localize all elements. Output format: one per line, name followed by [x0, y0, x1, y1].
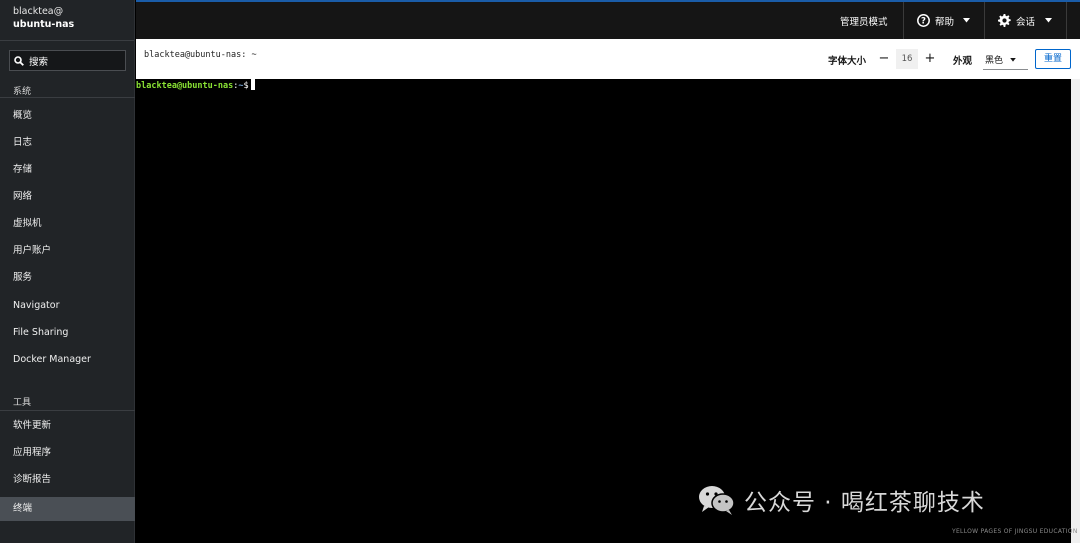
appearance-label: 外观 — [953, 56, 973, 67]
sidebar-item-storage[interactable]: 存储 — [0, 158, 135, 182]
search-input[interactable]: 搜索 — [9, 50, 126, 71]
appearance-value: 黑色 — [985, 56, 1004, 66]
search-icon — [14, 55, 24, 66]
section-divider — [0, 97, 135, 98]
sidebar-item-software-updates[interactable]: 软件更新 — [0, 414, 135, 438]
sidebar-item-diagnostic-reports[interactable]: 诊断报告 — [0, 468, 135, 492]
sidebar-item-terminal[interactable]: 终端 — [0, 497, 135, 521]
wechat-icon — [699, 486, 735, 515]
sidebar-item-file-sharing[interactable]: File Sharing — [0, 321, 135, 345]
watermark: 公众号 · 喝红茶聊技术 — [698, 483, 985, 517]
watermark-brand: 公众号 · 喝红茶聊技术 — [744, 490, 985, 516]
prompt-user: blacktea@ubuntu-nas — [136, 81, 234, 91]
host-user: blacktea@ — [13, 6, 64, 17]
terminal-scrollbar[interactable] — [1071, 79, 1080, 543]
terminal-title: blacktea@ubuntu-nas: ~ — [144, 50, 257, 60]
admin-mode-button[interactable]: 管理员模式 — [840, 2, 888, 39]
svg-text:?: ? — [921, 16, 926, 26]
section-system: 系统 — [13, 87, 32, 97]
sidebar-item-overview[interactable]: 概览 — [0, 104, 135, 128]
sidebar-item-docker-manager[interactable]: Docker Manager — [0, 348, 135, 372]
masthead-divider — [984, 2, 985, 39]
masthead-divider — [903, 2, 904, 39]
sidebar-item-network[interactable]: 网络 — [0, 185, 135, 209]
sidebar: blacktea@ ubuntu-nas 搜索 系统 概览 日志 存储 网络 虚… — [0, 0, 135, 543]
sidebar-item-navigator[interactable]: Navigator — [0, 294, 135, 318]
sidebar-item-virtual-machines[interactable]: 虚拟机 — [0, 212, 135, 236]
appearance-select[interactable]: 黑色 — [983, 50, 1028, 70]
session-label: 会话 — [1016, 16, 1036, 28]
prompt-line: blacktea@ubuntu-nas:~$ — [136, 79, 255, 92]
terminal-screen[interactable]: blacktea@ubuntu-nas:~$ — [136, 79, 1071, 543]
caret-down-icon — [1010, 57, 1016, 62]
watermark-caption: YELLOW PAGES OF JINGSU EDUCATION — [952, 528, 1078, 535]
font-size-label: 字体大小 — [828, 56, 867, 67]
gear-icon — [998, 14, 1011, 27]
sidebar-item-services[interactable]: 服务 — [0, 266, 135, 290]
masthead: 管理员模式 ? 帮助 会话 — [136, 0, 1080, 39]
masthead-divider — [1066, 2, 1067, 39]
sidebar-divider — [0, 40, 134, 41]
font-size-increase-button[interactable]: + — [918, 49, 942, 69]
sidebar-item-applications[interactable]: 应用程序 — [0, 441, 135, 465]
font-size-decrease-button[interactable]: − — [872, 49, 896, 69]
font-size-stepper: − 16 + — [872, 49, 942, 69]
host-name: ubuntu-nas — [13, 19, 75, 30]
terminal-toolbar: blacktea@ubuntu-nas: ~ 字体大小 − 16 + 外观 黑色… — [136, 39, 1080, 79]
sidebar-item-logs[interactable]: 日志 — [0, 131, 135, 155]
terminal-cursor — [250, 79, 255, 90]
search-label: 搜索 — [29, 56, 49, 68]
sidebar-item-accounts[interactable]: 用户账户 — [0, 239, 135, 263]
font-size-value[interactable]: 16 — [896, 49, 918, 69]
help-menu[interactable]: ? 帮助 — [917, 2, 971, 39]
reset-button[interactable]: 重置 — [1035, 49, 1071, 69]
section-divider — [0, 410, 135, 411]
host-switcher[interactable]: blacktea@ ubuntu-nas — [0, 0, 134, 40]
section-tools: 工具 — [13, 398, 32, 408]
help-icon: ? — [917, 14, 930, 27]
caret-down-icon — [963, 18, 971, 23]
session-menu[interactable]: 会话 — [998, 2, 1053, 39]
prompt-symbol: $ — [243, 81, 249, 91]
help-label: 帮助 — [935, 16, 955, 28]
caret-down-icon — [1045, 18, 1053, 23]
